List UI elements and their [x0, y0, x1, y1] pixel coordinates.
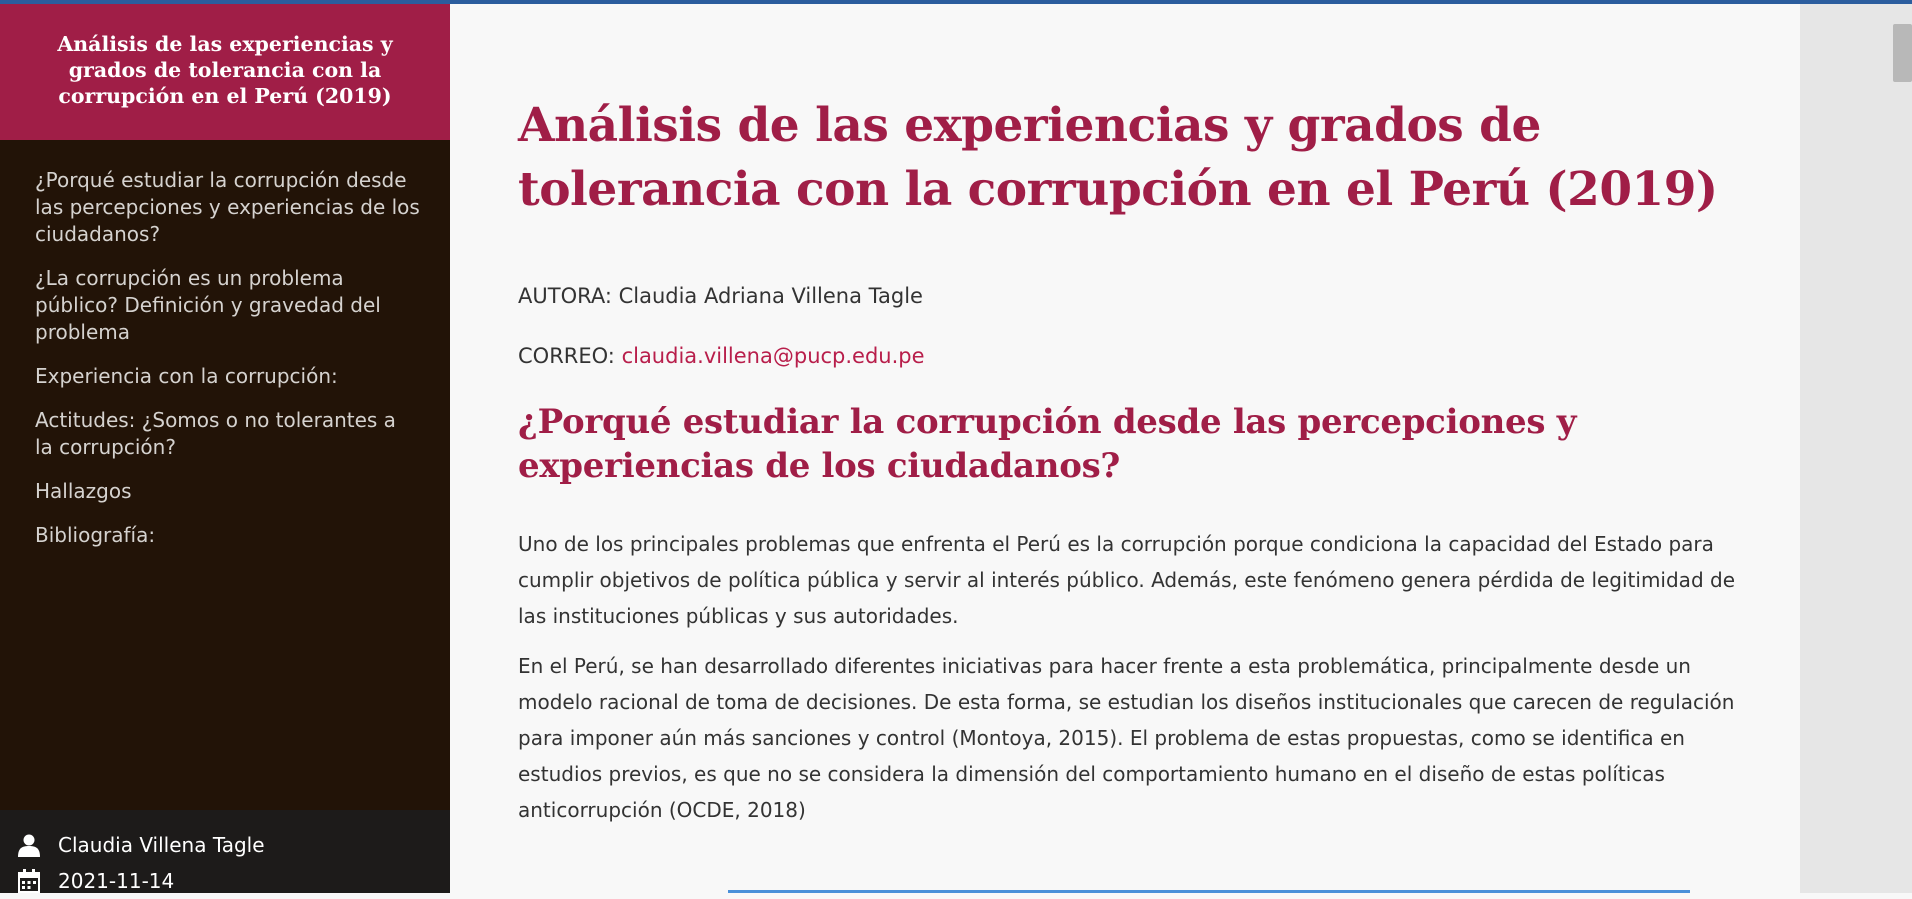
sidebar: Análisis de las experiencias y grados de… — [0, 4, 450, 893]
toc-item-actitudes[interactable]: Actitudes: ¿Somos o no tolerantes a la c… — [35, 407, 450, 461]
toc-item-experiencia[interactable]: Experiencia con la corrupción: — [35, 363, 450, 390]
sidebar-meta: Claudia Villena Tagle 2021-11-14 — [0, 810, 450, 893]
author-line: AUTORA: Claudia Adriana Villena Tagle — [518, 284, 923, 308]
email-label: CORREO: — [518, 344, 622, 368]
sidebar-title[interactable]: Análisis de las experiencias y grados de… — [0, 4, 450, 140]
scrollbar-track[interactable] — [1800, 4, 1912, 893]
table-of-contents: ¿Porqué estudiar la corrupción desde las… — [0, 140, 450, 549]
scrollbar-thumb[interactable] — [1893, 24, 1912, 82]
toc-item-hallazgos[interactable]: Hallazgos — [35, 478, 450, 505]
toc-item-bibliografia[interactable]: Bibliografía: — [35, 522, 450, 549]
user-icon — [18, 834, 40, 857]
publish-date: 2021-11-14 — [58, 869, 175, 893]
page-title: Análisis de las experiencias y grados de… — [518, 98, 1718, 217]
toc-item-problema-publico[interactable]: ¿La corrupción es un problema público? D… — [35, 265, 450, 346]
calendar-icon — [18, 869, 40, 893]
paragraph-1: Uno de los principales problemas que enf… — [518, 532, 1735, 628]
email-line: CORREO: claudia.villena@pucp.edu.pe — [518, 340, 1738, 372]
date-row: 2021-11-14 — [0, 863, 450, 899]
author-name: Claudia Villena Tagle — [58, 833, 265, 857]
main-content: Análisis de las experiencias y grados de… — [450, 4, 1800, 893]
toc-item-porque-estudiar[interactable]: ¿Porqué estudiar la corrupción desde las… — [35, 167, 450, 248]
paragraph-2: En el Perú, se han desarrollado diferent… — [518, 654, 1735, 822]
section-heading: ¿Porqué estudiar la corrupción desde las… — [518, 402, 1577, 486]
email-link[interactable]: claudia.villena@pucp.edu.pe — [622, 344, 925, 368]
author-row: Claudia Villena Tagle — [0, 827, 450, 863]
